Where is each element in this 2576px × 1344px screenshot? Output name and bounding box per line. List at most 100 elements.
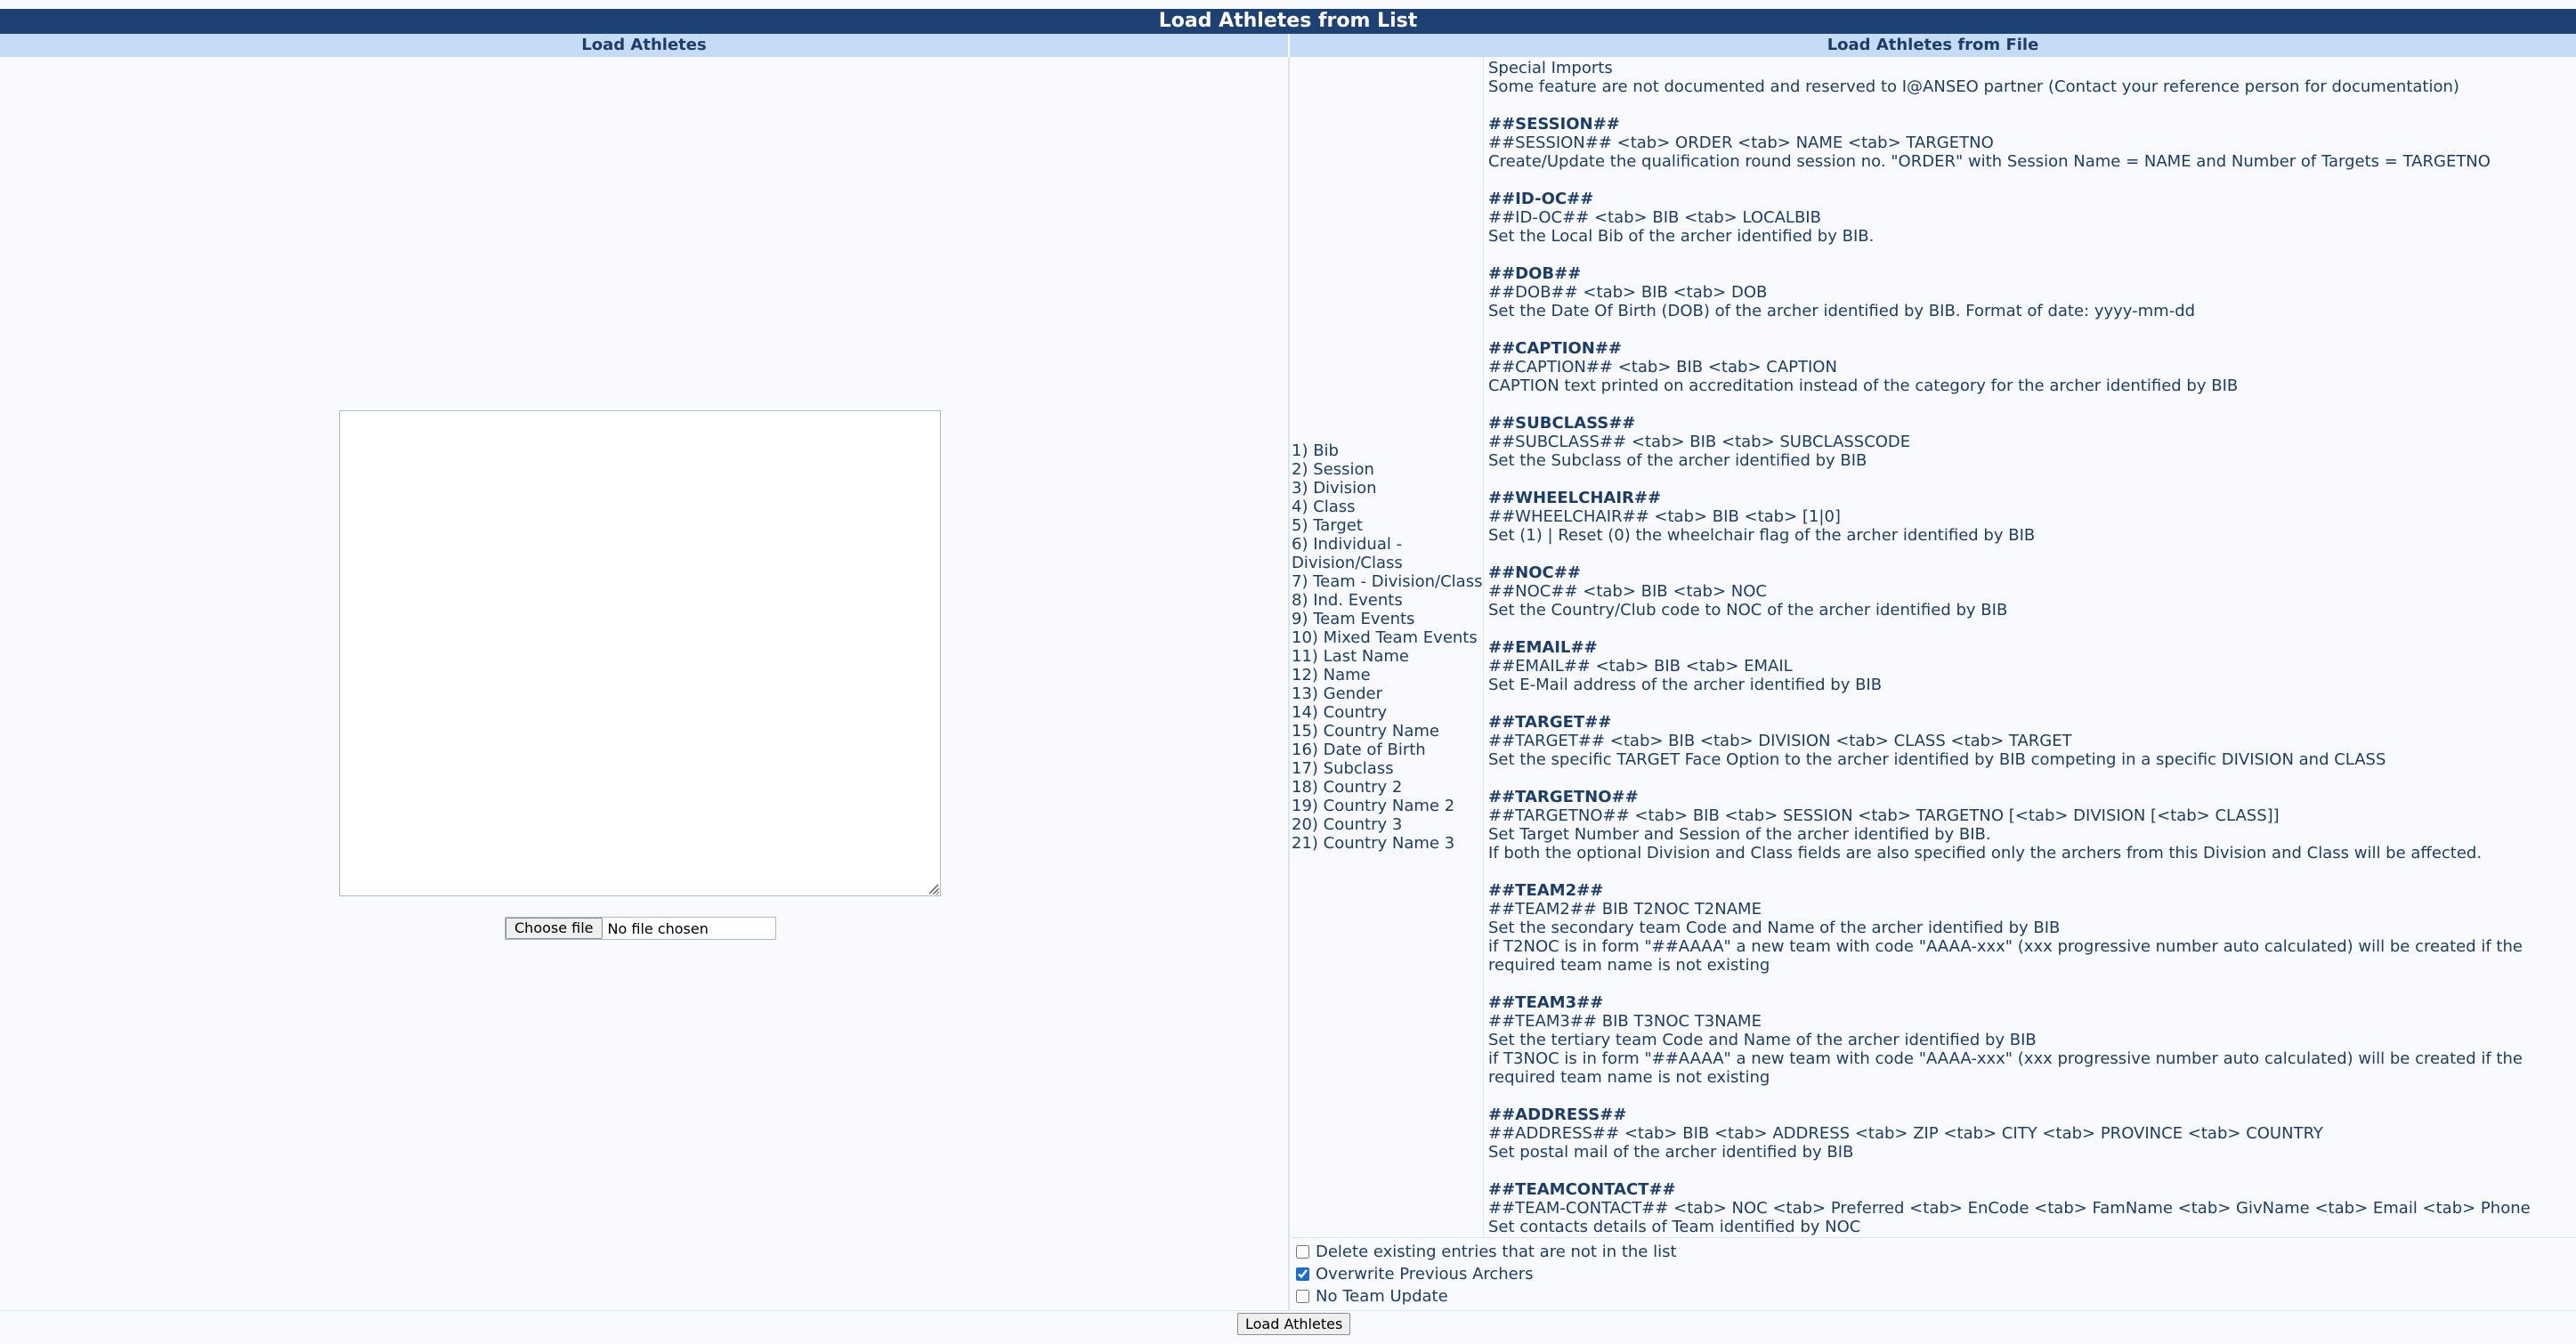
option-row[interactable]: Overwrite Previous Archers xyxy=(1295,1263,1677,1285)
instruction-syntax: ##TARGETNO## <tab> BIB <tab> SESSION <ta… xyxy=(1488,806,2280,825)
field-item: 9) Team Events xyxy=(1292,610,1415,628)
instruction-block: ##TARGET## ##TARGET## <tab> BIB <tab> DIV… xyxy=(1488,713,2567,769)
instruction-code: ##ADDRESS## xyxy=(1488,1105,1627,1124)
field-item: 19) Country Name 2 xyxy=(1292,797,1455,815)
top-spacer xyxy=(0,0,2576,9)
instruction-syntax: ##EMAIL## <tab> BIB <tab> EMAIL xyxy=(1488,657,1793,676)
instruction-block: ##TARGETNO## ##TARGETNO## <tab> BIB <tab>… xyxy=(1488,788,2567,862)
field-item: 10) Mixed Team Events xyxy=(1292,628,1478,647)
instruction-description: if T2NOC is in form "##AAAA" a new team … xyxy=(1488,937,2523,975)
field-item: 20) Country 3 xyxy=(1292,815,1403,834)
instruction-block: ##NOC## ##NOC## <tab> BIB <tab> NOC Set th… xyxy=(1488,563,2567,619)
field-item: 17) Subclass xyxy=(1292,759,1394,778)
instruction-description: Set the Subclass of the archer identifie… xyxy=(1488,451,1867,470)
option-row[interactable]: No Team Update xyxy=(1295,1285,1677,1308)
field-item: 1) Bib xyxy=(1292,441,1339,460)
instruction-description: Set contacts details of Team identified … xyxy=(1488,1218,1861,1236)
instruction-description: Set the specific TARGET Face Option to t… xyxy=(1488,750,2386,769)
instruction-syntax: ##CAPTION## <tab> BIB <tab> CAPTION xyxy=(1488,358,1837,376)
column-divider xyxy=(1288,57,1290,1310)
choose-file-button[interactable]: Choose file xyxy=(506,918,603,939)
instruction-code: ##TEAMCONTACT## xyxy=(1488,1180,1676,1199)
import-options: Delete existing entries that are not in … xyxy=(1295,1241,1677,1308)
instruction-block: ##ADDRESS## ##ADDRESS## <tab> BIB <tab> A… xyxy=(1488,1105,2567,1162)
instruction-code: ##TEAM2## xyxy=(1488,881,1604,900)
instruction-code: ##CAPTION## xyxy=(1488,339,1623,358)
instruction-block: ##ID-OC## ##ID-OC## <tab> BIB <tab> LOCAL… xyxy=(1488,190,2567,246)
field-item: 4) Class xyxy=(1292,498,1356,516)
right-column-header: Load Athletes from File xyxy=(1290,34,2576,57)
athletes-list-textarea[interactable] xyxy=(339,410,941,896)
instruction-description: Set postal mail of the archer identified… xyxy=(1488,1143,1854,1162)
field-item: 18) Country 2 xyxy=(1292,778,1403,797)
field-item: 14) Country xyxy=(1292,703,1388,722)
option-row[interactable]: Delete existing entries that are not in … xyxy=(1295,1241,1677,1263)
instruction-syntax: ##TEAM3## BIB T3NOC T3NAME xyxy=(1488,1012,1762,1031)
option-label: Delete existing entries that are not in … xyxy=(1316,1243,1677,1261)
instructions-heading: Special Imports xyxy=(1488,59,1613,77)
instruction-code: ##NOC## xyxy=(1488,563,1581,582)
instruction-description: Set (1) | Reset (0) the wheelchair flag … xyxy=(1488,526,2036,545)
instruction-syntax: ##ADDRESS## <tab> BIB <tab> ADDRESS <tab… xyxy=(1488,1124,2323,1143)
option-checkbox[interactable] xyxy=(1296,1290,1309,1303)
instructions-note: Some feature are not documented and rese… xyxy=(1488,77,2459,96)
field-item: 12) Name xyxy=(1292,666,1371,684)
fields-list: 1) Bib 2) Session 3) Division 4) Class 5) Ta… xyxy=(1292,441,1486,853)
instruction-syntax: ##SUBCLASS## <tab> BIB <tab> SUBCLASSCOD… xyxy=(1488,433,1911,451)
instruction-block: ##TEAM3## ##TEAM3## BIB T3NOC T3NAME Set t… xyxy=(1488,993,2567,1087)
instruction-syntax: ##ID-OC## <tab> BIB <tab> LOCALBIB xyxy=(1488,208,1821,227)
instruction-block: ##EMAIL## ##EMAIL## <tab> BIB <tab> EMAIL… xyxy=(1488,638,2567,694)
instruction-blocks: ##SESSION## ##SESSION## <tab> ORDER <tab>… xyxy=(1488,115,2567,1236)
instruction-block: ##SESSION## ##SESSION## <tab> ORDER <tab>… xyxy=(1488,115,2567,171)
instruction-syntax: ##TEAM2## BIB T2NOC T2NAME xyxy=(1488,900,1762,919)
instruction-description: Set the secondary team Code and Name of … xyxy=(1488,919,2061,937)
instruction-description: Set Target Number and Session of the arc… xyxy=(1488,825,1991,844)
field-item: 7) Team - Division/Class xyxy=(1292,572,1483,591)
instruction-description: CAPTION text printed on accreditation in… xyxy=(1488,376,2239,395)
field-item: 8) Ind. Events xyxy=(1292,591,1403,610)
instruction-syntax: ##DOB## <tab> BIB <tab> DOB xyxy=(1488,283,1768,302)
instruction-code: ##ID-OC## xyxy=(1488,190,1594,208)
file-input[interactable]: Choose file No file chosen xyxy=(505,917,776,940)
load-athletes-button[interactable]: Load Athletes xyxy=(1237,1313,1351,1335)
instruction-block: ##DOB## ##DOB## <tab> BIB <tab> DOB Set th… xyxy=(1488,264,2567,320)
instruction-description: Set E-Mail address of the archer identif… xyxy=(1488,676,1883,694)
field-item: 2) Session xyxy=(1292,460,1374,479)
instruction-syntax: ##TARGET## <tab> BIB <tab> DIVISION <tab… xyxy=(1488,732,2072,750)
instruction-description: if T3NOC is in form "##AAAA" a new team … xyxy=(1488,1049,2523,1087)
instruction-description: If both the optional Division and Class … xyxy=(1488,844,2483,862)
instruction-description: Set the Country/Club code to NOC of the … xyxy=(1488,601,2008,619)
field-item: 15) Country Name xyxy=(1292,722,1439,741)
page-title: Load Athletes from List xyxy=(0,9,2576,34)
instruction-description: Set the Date Of Birth (DOB) of the arche… xyxy=(1488,302,2196,320)
option-checkbox[interactable] xyxy=(1296,1245,1309,1259)
option-checkbox[interactable] xyxy=(1296,1267,1309,1281)
resize-grip-icon[interactable] xyxy=(927,882,939,895)
instruction-code: ##EMAIL## xyxy=(1488,638,1598,657)
instruction-code: ##TEAM3## xyxy=(1488,993,1604,1012)
instruction-syntax: ##NOC## <tab> BIB <tab> NOC xyxy=(1488,582,1767,601)
instruction-code: ##DOB## xyxy=(1488,264,1582,283)
instruction-code: ##TARGET## xyxy=(1488,713,1612,732)
instruction-code: ##WHEELCHAIR## xyxy=(1488,489,1662,507)
options-divider xyxy=(1290,1237,2576,1238)
instruction-syntax: ##WHEELCHAIR## <tab> BIB <tab> [1|0] xyxy=(1488,507,1841,526)
instruction-code: ##SUBCLASS## xyxy=(1488,414,1636,433)
instruction-code: ##TARGETNO## xyxy=(1488,788,1639,806)
instruction-block: ##SUBCLASS## ##SUBCLASS## <tab> BIB <tab>… xyxy=(1488,414,2567,470)
instruction-block: ##WHEELCHAIR## ##WHEELCHAIR## <tab> BIB <… xyxy=(1488,489,2567,545)
instruction-block: ##TEAM2## ##TEAM2## BIB T2NOC T2NAME Set t… xyxy=(1488,881,2567,975)
instruction-syntax: ##SESSION## <tab> ORDER <tab> NAME <tab>… xyxy=(1488,134,1994,152)
instruction-description: Set the tertiary team Code and Name of t… xyxy=(1488,1031,2037,1049)
left-column-header: Load Athletes xyxy=(0,34,1288,57)
field-item: 5) Target xyxy=(1292,516,1363,535)
field-item: 11) Last Name xyxy=(1292,647,1409,666)
option-label: Overwrite Previous Archers xyxy=(1316,1265,1534,1283)
option-label: No Team Update xyxy=(1316,1287,1448,1306)
field-item: 13) Gender xyxy=(1292,684,1382,703)
instructions-panel: Special Imports Some feature are not doc… xyxy=(1488,59,2567,1236)
field-item: 6) Individual - Division/Class xyxy=(1292,535,1403,572)
instruction-code: ##SESSION## xyxy=(1488,115,1620,134)
instruction-block: ##CAPTION## ##CAPTION## <tab> BIB <tab> C… xyxy=(1488,339,2567,395)
instruction-description: Create/Update the qualification round se… xyxy=(1488,152,2491,171)
